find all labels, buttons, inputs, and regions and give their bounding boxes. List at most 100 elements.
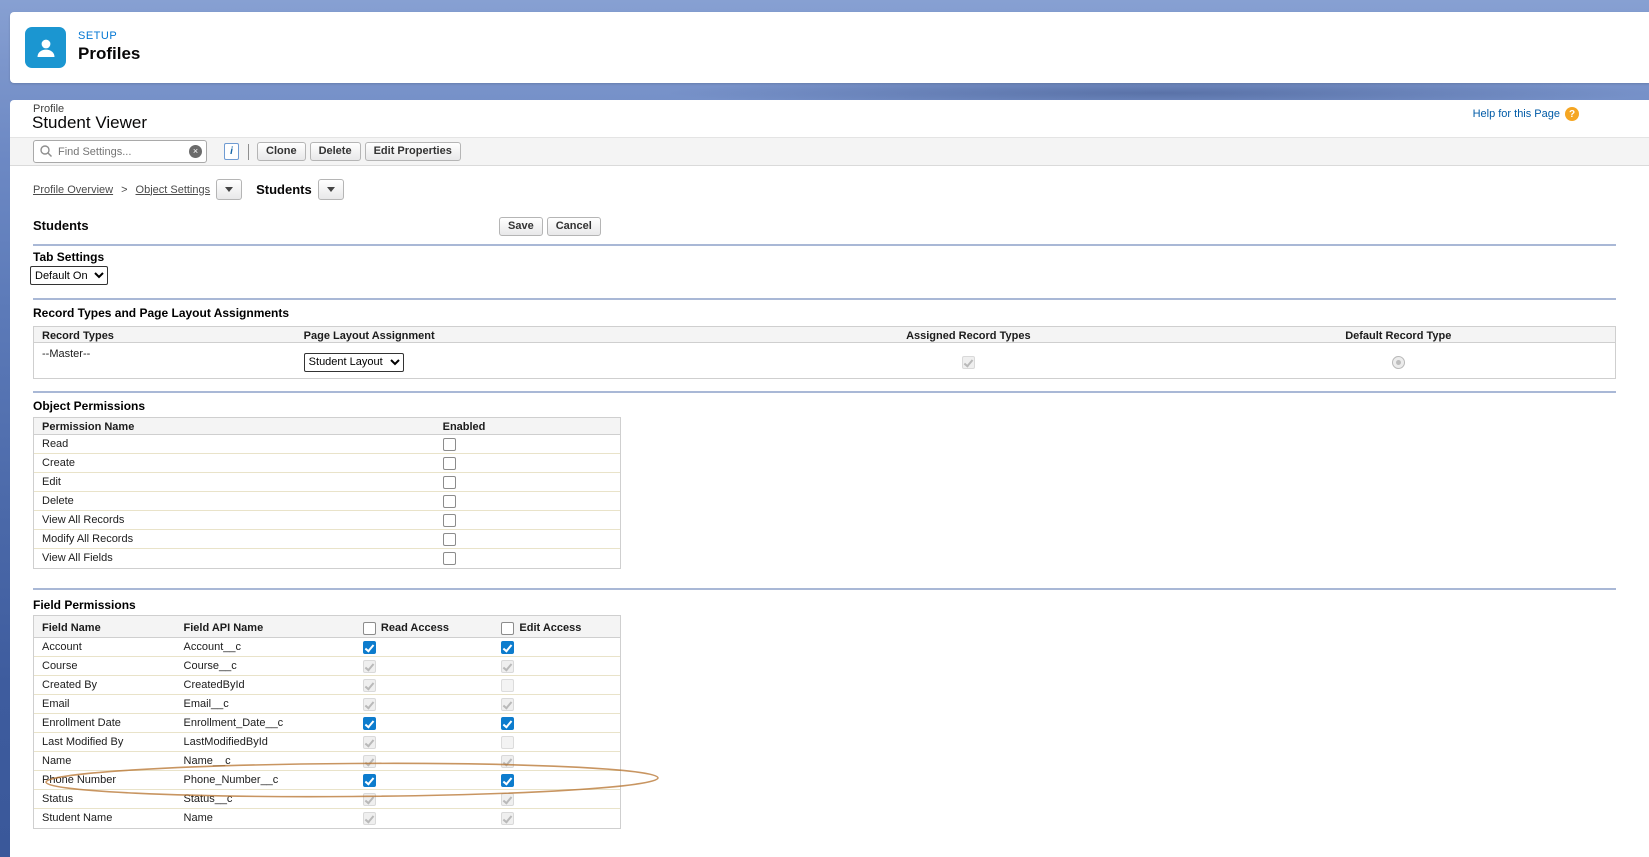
table-row-phone-number: Phone Number Phone_Number__c [34,771,620,790]
read-access-cell [355,695,494,713]
table-row: Student Name Name [34,809,620,828]
enabled-cell [435,492,620,510]
field-permissions-header: Field Name Field API Name Read Access Ed… [34,616,620,638]
read-access-checkbox[interactable] [362,774,376,787]
table-row: Enrollment Date Enrollment_Date__c [34,714,620,733]
record-types-title: Record Types and Page Layout Assignments [33,306,290,320]
column-header: Field Name [42,622,101,634]
cancel-button[interactable]: Cancel [546,217,601,236]
read-access-cell [355,676,494,694]
breadcrumb-current-students: Students [256,182,312,197]
permission-name: Modify All Records [42,533,134,545]
edit-access-checkbox [501,698,515,711]
edit-access-cell [493,695,620,713]
table-row: Name Name__c [34,752,620,771]
column-header-label: Edit Access [519,622,582,634]
object-settings-dropdown-button[interactable] [216,179,243,200]
tab-settings-label: Tab Settings [33,250,105,264]
students-section-title: Students [33,218,89,233]
section-divider [33,298,1616,300]
record-types-table: Record Types Page Layout Assignment Assi… [33,326,1616,379]
field-api-name: Name [183,812,213,824]
edit-access-cell [493,752,620,770]
help-icon[interactable]: ? [1565,107,1579,121]
read-access-checkbox [362,660,376,673]
table-row: Edit [34,473,620,492]
edit-access-checkbox [501,736,515,749]
table-row: Course Course__c [34,657,620,676]
clear-search-icon[interactable]: × [189,145,202,158]
column-header: Enabled [442,421,486,433]
read-access-cell [355,714,494,732]
table-row: Status Status__c [34,790,620,809]
profile-toolbar: × i Clone Delete Edit Properties [10,137,1649,166]
record-type-cell: --Master-- [42,348,91,360]
read-access-select-all-checkbox[interactable] [362,621,376,635]
enabled-checkbox[interactable] [442,533,456,546]
table-row: Delete [34,492,620,511]
table-row: Read [34,435,620,454]
read-access-checkbox [362,698,376,711]
edit-access-checkbox [501,679,515,692]
field-name: Account [42,641,82,653]
edit-access-checkbox[interactable] [501,774,515,787]
setup-header-text: SETUP Profiles [78,30,140,65]
breadcrumb-separator: > [121,183,128,196]
edit-access-checkbox[interactable] [501,717,515,730]
field-permissions-table: Field Name Field API Name Read Access Ed… [33,615,621,829]
assigned-record-types-cell [755,343,1185,378]
save-cancel-group: Save Cancel [499,217,601,236]
table-row: Modify All Records [34,530,620,549]
page-layout-select[interactable]: Student Layout [303,352,404,372]
column-header-label: Read Access [380,622,449,634]
enabled-checkbox[interactable] [442,552,456,565]
object-permissions-header: Permission Name Enabled [34,418,620,435]
setup-header: SETUP Profiles [10,12,1649,83]
enabled-cell [435,435,620,453]
field-name: Phone Number [42,774,116,786]
tab-settings-select[interactable]: Default On [30,266,108,285]
edit-access-cell [493,676,620,694]
profile-detail-card: Profile Student Viewer Help for this Pag… [10,100,1649,857]
permission-name: View All Records [42,514,125,526]
setup-eyebrow: SETUP [78,30,118,42]
column-header-read-access: Read Access [355,619,494,635]
read-access-cell [355,771,494,789]
read-access-checkbox[interactable] [362,641,376,654]
column-header: Field API Name [183,622,264,634]
delete-button[interactable]: Delete [309,142,361,161]
read-access-checkbox [362,679,376,692]
search-icon [40,145,52,157]
breadcrumb-profile-overview[interactable]: Profile Overview [33,184,113,196]
edit-properties-button[interactable]: Edit Properties [364,142,461,161]
read-access-checkbox[interactable] [362,717,376,730]
read-access-checkbox [362,736,376,749]
edit-access-checkbox[interactable] [501,641,515,654]
field-api-name: Enrollment_Date__c [183,717,284,729]
permission-name: Create [42,457,76,469]
breadcrumb-object-settings[interactable]: Object Settings [136,184,211,196]
table-row: Created By CreatedById [34,676,620,695]
field-api-name: Name__c [183,755,231,767]
page-title: Profiles [78,44,141,63]
object-permissions-table: Permission Name Enabled Read Create Edit… [33,417,621,569]
enabled-checkbox[interactable] [442,514,456,527]
info-icon[interactable]: i [224,143,239,160]
search-input[interactable] [34,145,190,158]
column-header: Default Record Type [1345,330,1452,342]
enabled-checkbox[interactable] [442,495,456,508]
permission-name: View All Fields [42,552,113,564]
section-divider [33,244,1616,246]
students-dropdown-button[interactable] [317,179,344,200]
clone-button[interactable]: Clone [257,142,306,161]
edit-access-select-all-checkbox[interactable] [501,621,515,635]
enabled-checkbox[interactable] [442,438,456,451]
save-button[interactable]: Save [499,217,543,236]
table-row: --Master-- Student Layout [34,343,1615,378]
permission-name: Read [42,438,69,450]
table-row: Account Account__c [34,638,620,657]
help-for-this-page-link[interactable]: Help for this Page [1473,108,1560,120]
enabled-checkbox[interactable] [442,457,456,470]
field-name: Created By [42,679,98,691]
enabled-checkbox[interactable] [442,476,456,489]
